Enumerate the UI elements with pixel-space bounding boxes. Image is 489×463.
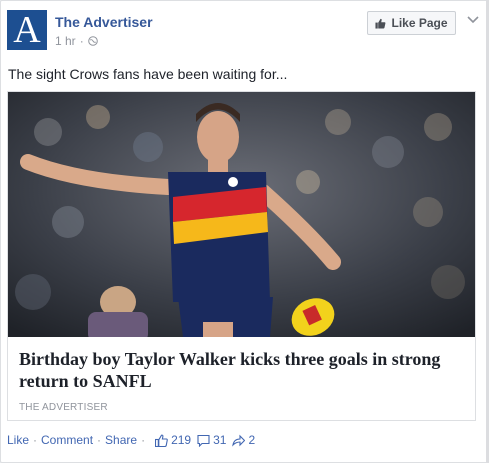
comments-count-link[interactable]: 31 — [197, 433, 226, 447]
actions-separator: · — [33, 433, 38, 447]
avatar-letter: A — [13, 9, 41, 51]
share-action[interactable]: Share — [105, 433, 137, 447]
thumbs-up-icon — [155, 434, 168, 447]
article-photo[interactable] — [8, 92, 475, 337]
actions-separator: · — [97, 433, 102, 447]
comment-action[interactable]: Comment — [41, 433, 93, 447]
actions-separator: · — [141, 433, 146, 447]
page-avatar[interactable]: A — [7, 10, 47, 50]
thumbs-up-icon — [375, 18, 386, 29]
post-meta: 1 hr · — [55, 34, 98, 48]
globe-icon — [87, 36, 98, 46]
article-headline[interactable]: Birthday boy Taylor Walker kicks three g… — [19, 348, 459, 392]
link-preview-card[interactable]: Birthday boy Taylor Walker kicks three g… — [7, 91, 476, 421]
post-options-chevron-icon[interactable] — [467, 16, 479, 26]
like-page-label: Like Page — [391, 16, 448, 30]
post-actions-bar: Like · Comment · Share · 219 31 2 — [7, 433, 255, 447]
meta-separator: · — [79, 34, 84, 48]
article-source: THE ADVERTISER — [19, 402, 108, 413]
likes-count: 219 — [171, 433, 192, 447]
like-page-button[interactable]: Like Page — [367, 11, 456, 35]
share-arrow-icon — [232, 434, 246, 447]
shares-count: 2 — [248, 433, 256, 447]
page-name-link[interactable]: The Advertiser — [55, 14, 153, 30]
likes-count-link[interactable]: 219 — [155, 433, 191, 447]
comment-bubble-icon — [197, 434, 210, 447]
footballer-kicking-image — [8, 92, 475, 337]
post-text: The sight Crows fans have been waiting f… — [8, 66, 288, 82]
comments-count: 31 — [213, 433, 227, 447]
post-timestamp[interactable]: 1 hr — [55, 34, 76, 48]
facebook-post: A The Advertiser 1 hr · Like Page The si… — [0, 0, 489, 463]
like-action[interactable]: Like — [7, 433, 29, 447]
shares-count-link[interactable]: 2 — [232, 433, 255, 447]
